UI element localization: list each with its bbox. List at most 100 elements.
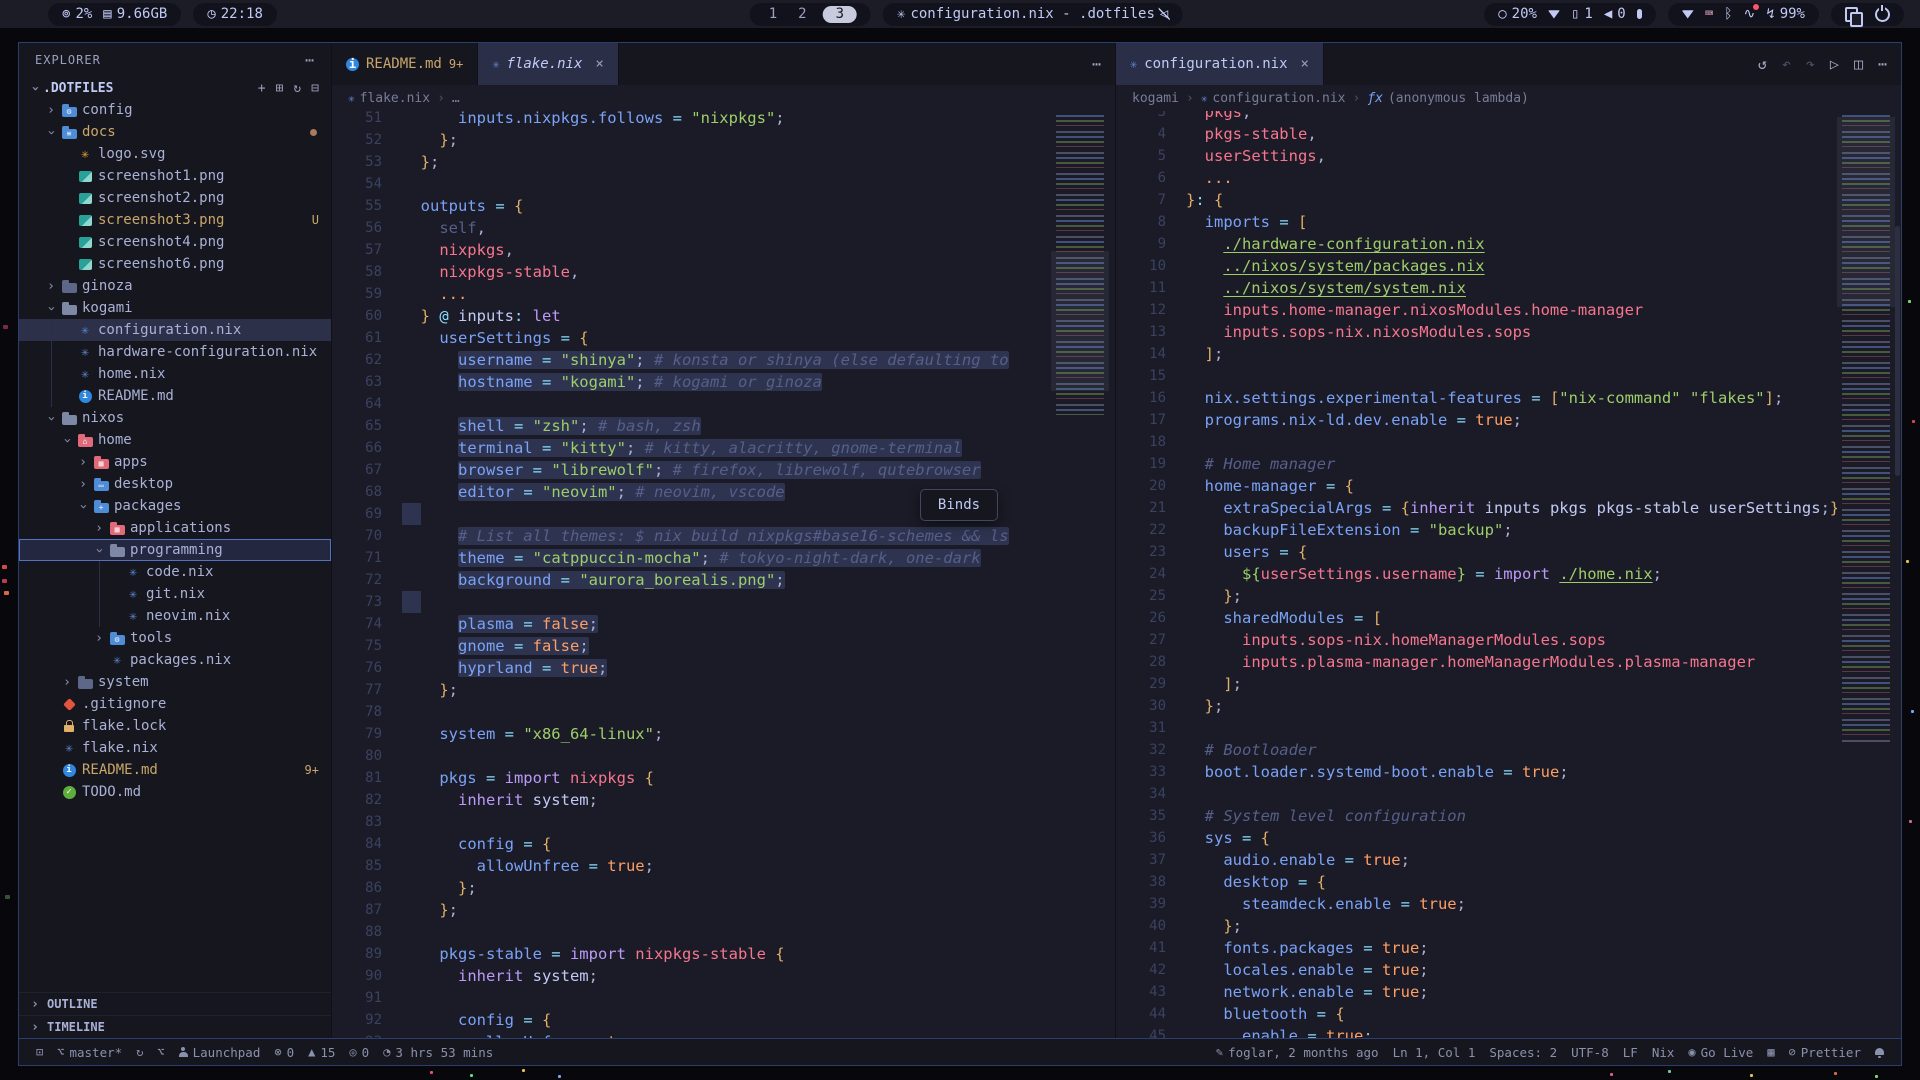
breadcrumb-item[interactable]: ✳flake.nix — [348, 91, 430, 106]
tree-file-screenshot2-png[interactable]: screenshot2.png — [19, 187, 331, 209]
explorer-sidebar: EXPLORER ⋯ › .DOTFILES +⊞↻⊟ ›⚙config›≡do… — [19, 43, 332, 1038]
tree-folder-docs[interactable]: ›≡docs — [19, 121, 331, 143]
tree-file--gitignore[interactable]: .gitignore — [19, 693, 331, 715]
tree-file-home-nix[interactable]: ✳home.nix — [19, 363, 331, 385]
tree-file-todo-md[interactable]: ✓TODO.md — [19, 781, 331, 803]
tree-file-screenshot4-png[interactable]: screenshot4.png — [19, 231, 331, 253]
tree-folder-apps[interactable]: ›▦apps — [19, 451, 331, 473]
tree-folder-kogami[interactable]: ›kogami — [19, 297, 331, 319]
tree-file-git-nix[interactable]: ✳git.nix — [19, 583, 331, 605]
close-icon[interactable]: × — [595, 56, 603, 72]
blame-status[interactable]: ✎foglar, 2 months ago — [1209, 1045, 1386, 1060]
timeline-icon[interactable]: ↺ — [1758, 55, 1767, 73]
tree-folder-desktop[interactable]: ›▭desktop — [19, 473, 331, 495]
timer-status[interactable]: ◔3 hrs 53 mins — [376, 1045, 500, 1060]
tree-file-code-nix[interactable]: ✳code.nix — [19, 561, 331, 583]
tree-file-screenshot3-png[interactable]: screenshot3.pngU — [19, 209, 331, 231]
tree-folder-system[interactable]: ›system — [19, 671, 331, 693]
git-graph-status[interactable]: ⌥ — [150, 1045, 171, 1059]
minimap[interactable] — [1837, 111, 1895, 1038]
more-actions-icon[interactable]: ⋯ — [1092, 55, 1101, 73]
line-number: 74 — [332, 613, 402, 635]
scrollbar[interactable] — [1895, 226, 1900, 476]
tree-folder-nixos[interactable]: ›nixos — [19, 407, 331, 429]
status-lf[interactable]: LF — [1616, 1045, 1645, 1060]
refresh-explorer-icon[interactable]: ↻ — [293, 81, 301, 96]
breadcrumb-item[interactable]: ✳configuration.nix — [1201, 91, 1346, 106]
chevron-right-icon: › — [91, 521, 107, 536]
extension-grid-status[interactable]: ▦ — [1760, 1045, 1781, 1059]
ports-status[interactable]: ◎0 — [342, 1045, 376, 1060]
line-number: 17 — [1116, 409, 1186, 431]
tab-configuration-nix[interactable]: ✳configuration.nix× — [1116, 43, 1324, 85]
broadcast-status[interactable]: ◉Go Live — [1681, 1045, 1760, 1060]
errors-status[interactable]: ⊗0 — [267, 1045, 301, 1060]
tree-file-logo-svg[interactable]: ✳logo.svg — [19, 143, 331, 165]
editor-configuration-nix[interactable]: 3pkgs,4pkgs-stable,5userSettings,6...7}:… — [1116, 111, 1901, 1038]
remote-window-status[interactable]: ⊡ — [29, 1045, 50, 1059]
editor-flake-nix[interactable]: 51inputs.nixpkgs.follows = "nixpkgs";52}… — [332, 111, 1115, 1038]
minimap-slider[interactable] — [1051, 251, 1109, 391]
timeline-section-header[interactable]: › TIMELINE — [19, 1015, 331, 1038]
clipboard-module[interactable] — [1845, 7, 1858, 22]
workspace-2[interactable]: 2 — [793, 6, 811, 22]
folder-tools-icon: ⚙ — [107, 632, 127, 645]
status-spaces-2[interactable]: Spaces: 2 — [1482, 1045, 1564, 1060]
tree-folder-ginoza[interactable]: ›ginoza — [19, 275, 331, 297]
line-number: 86 — [332, 877, 402, 899]
tree-file-configuration-nix[interactable]: ✳configuration.nix — [19, 319, 331, 341]
explorer-more-actions-icon[interactable]: ⋯ — [305, 51, 315, 69]
tree-file-flake-nix[interactable]: ✳flake.nix — [19, 737, 331, 759]
new-file-icon[interactable]: + — [258, 81, 266, 96]
workspace-1[interactable]: 1 — [764, 6, 782, 22]
line-number: 63 — [332, 371, 402, 393]
nav-forward-icon[interactable]: ↷ — [1806, 55, 1815, 73]
git-branch-status[interactable]: ⌥master* — [50, 1045, 129, 1060]
close-icon[interactable]: × — [1301, 56, 1309, 72]
new-folder-icon[interactable]: ⊞ — [276, 81, 284, 96]
collapse-folders-icon[interactable]: ⊟ — [311, 81, 319, 96]
tree-file-flake-lock[interactable]: flake.lock — [19, 715, 331, 737]
warnings-status[interactable]: ▲15 — [301, 1045, 342, 1060]
tree-file-readme-md[interactable]: iREADME.md — [19, 385, 331, 407]
tree-file-hardware-configuration-nix[interactable]: ✳hardware-configuration.nix — [19, 341, 331, 363]
status-utf-8[interactable]: UTF-8 — [1564, 1045, 1616, 1060]
sync-status[interactable]: ↻ — [129, 1045, 150, 1059]
minimap[interactable] — [1051, 111, 1109, 1038]
tree-folder-tools[interactable]: ›⚙tools — [19, 627, 331, 649]
breadcrumb-right: kogami›✳configuration.nix›ƒx(anonymous l… — [1116, 85, 1901, 111]
breadcrumb-item[interactable]: ƒx(anonymous lambda) — [1367, 91, 1529, 106]
status-ln-1-col-1[interactable]: Ln 1, Col 1 — [1386, 1045, 1483, 1060]
split-editor-icon[interactable]: ◫ — [1854, 55, 1863, 73]
power-module[interactable] — [1869, 7, 1890, 22]
more-actions-icon[interactable]: ⋯ — [1878, 55, 1887, 73]
tree-folder-home[interactable]: ›⌂home — [19, 429, 331, 451]
tree-folder-config[interactable]: ›⚙config — [19, 99, 331, 121]
tree-folder-programming[interactable]: ›programming — [19, 539, 331, 561]
outline-section-header[interactable]: › OUTLINE — [19, 992, 331, 1015]
tree-file-readme-md[interactable]: iREADME.md9+ — [19, 759, 331, 781]
window-title-pill: ✳ configuration.nix - .dotfiles ◁ — [883, 3, 1182, 26]
tab-flake-nix[interactable]: ✳flake.nix× — [478, 43, 619, 85]
run-icon[interactable]: ▷ — [1830, 55, 1839, 73]
tree-file-screenshot1-png[interactable]: screenshot1.png — [19, 165, 331, 187]
nav-back-icon[interactable]: ↶ — [1782, 55, 1791, 73]
bell-status[interactable] — [1868, 1047, 1891, 1057]
tree-folder-applications[interactable]: ›▦applications — [19, 517, 331, 539]
minimap-slider[interactable] — [1837, 117, 1895, 307]
prettier-status[interactable]: ⊘Prettier — [1782, 1045, 1868, 1060]
account-status[interactable]: Launchpad — [172, 1045, 268, 1060]
status-nix[interactable]: Nix — [1645, 1045, 1682, 1060]
line-number: 70 — [332, 525, 402, 547]
explorer-root-folder[interactable]: › .DOTFILES +⊞↻⊟ — [19, 77, 331, 99]
breadcrumb-item[interactable]: kogami — [1132, 91, 1179, 106]
tree-file-packages-nix[interactable]: ✳packages.nix — [19, 649, 331, 671]
tab-readme-md[interactable]: iREADME.md9+ — [332, 43, 478, 85]
tree-item-label: system — [95, 674, 149, 690]
workspace-3[interactable]: 3 — [823, 6, 857, 23]
tree-folder-packages[interactable]: ›+packages — [19, 495, 331, 517]
breadcrumb-item[interactable]: … — [452, 91, 460, 106]
blame-icon: ✎ — [1216, 1045, 1223, 1059]
tree-file-neovim-nix[interactable]: ✳neovim.nix — [19, 605, 331, 627]
tree-file-screenshot6-png[interactable]: screenshot6.png — [19, 253, 331, 275]
